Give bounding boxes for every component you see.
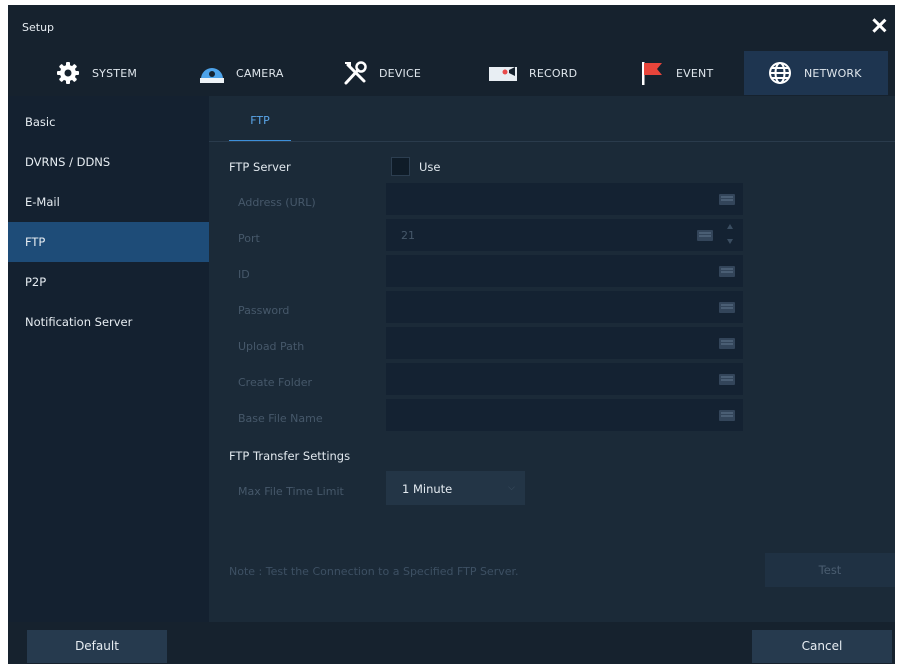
use-checkbox[interactable]: [391, 157, 410, 176]
id-field[interactable]: [386, 255, 743, 288]
keyboard-icon[interactable]: [719, 302, 735, 313]
tab-network[interactable]: NETWORK: [744, 51, 888, 95]
flag-icon: [638, 59, 666, 87]
id-label: ID: [238, 268, 250, 281]
max-file-time-value: 1 Minute: [402, 482, 453, 496]
use-label: Use: [419, 160, 441, 174]
ftp-server-label: FTP Server: [229, 160, 291, 174]
title-bar: Setup: [8, 5, 895, 49]
tab-ftp[interactable]: FTP: [229, 106, 291, 142]
create-folder-label: Create Folder: [238, 376, 313, 389]
camera-icon: [198, 59, 226, 87]
max-file-time-label: Max File Time Limit: [238, 485, 344, 498]
keyboard-icon[interactable]: [719, 374, 735, 385]
test-button[interactable]: Test: [765, 553, 895, 587]
keyboard-icon[interactable]: [719, 338, 735, 349]
sidebar-item-dvrns-ddns[interactable]: DVRNS / DDNS: [8, 142, 209, 182]
max-file-time-select[interactable]: 1 Minute ⌵: [386, 471, 525, 505]
tab-system[interactable]: SYSTEM: [54, 51, 137, 95]
ftp-settings-panel: FTP FTP Server Use Address (URL) Port 21…: [209, 96, 895, 622]
chevron-down-icon[interactable]: [727, 239, 733, 244]
close-icon[interactable]: [869, 16, 889, 36]
tools-icon: [341, 59, 369, 87]
window-title: Setup: [22, 21, 55, 34]
tab-event[interactable]: EVENT: [638, 51, 713, 95]
chevron-up-icon[interactable]: [727, 224, 733, 229]
tab-label: CAMERA: [236, 66, 284, 80]
divider: [209, 141, 895, 142]
tab-label: SYSTEM: [92, 66, 138, 80]
sidebar-item-basic[interactable]: Basic: [8, 102, 209, 142]
base-file-name-label: Base File Name: [238, 412, 323, 425]
setup-window: Setup SYSTEM CAMERA DEVICE RECORD EVENT …: [8, 5, 895, 664]
sidebar-item-notification-server[interactable]: Notification Server: [8, 302, 209, 342]
base-file-name-field[interactable]: [386, 399, 743, 432]
upload-path-field[interactable]: [386, 327, 743, 360]
main-tab-bar: SYSTEM CAMERA DEVICE RECORD EVENT NETWOR…: [8, 49, 895, 96]
sidebar-item-p2p[interactable]: P2P: [8, 262, 209, 302]
globe-icon: [766, 59, 794, 87]
note-text: Note : Test the Connection to a Specifie…: [229, 565, 519, 578]
port-label: Port: [238, 232, 260, 245]
sidebar-item-ftp[interactable]: FTP: [8, 222, 209, 262]
footer-bar: Default Cancel: [8, 622, 895, 664]
password-label: Password: [238, 304, 290, 317]
address-field[interactable]: [386, 183, 743, 216]
password-field[interactable]: [386, 291, 743, 324]
tab-label: DEVICE: [379, 66, 422, 80]
tab-label: NETWORK: [804, 66, 862, 80]
keyboard-icon[interactable]: [719, 266, 735, 277]
cancel-button[interactable]: Cancel: [752, 630, 892, 663]
ftp-transfer-settings-label: FTP Transfer Settings: [229, 449, 351, 463]
tab-label: EVENT: [676, 66, 714, 80]
tab-device[interactable]: DEVICE: [341, 51, 421, 95]
tab-camera[interactable]: CAMERA: [198, 51, 284, 95]
port-field[interactable]: 21: [386, 219, 743, 252]
tab-label: RECORD: [529, 66, 578, 80]
address-label: Address (URL): [238, 196, 316, 209]
default-button[interactable]: Default: [27, 630, 167, 663]
keyboard-icon[interactable]: [719, 410, 735, 421]
sidebar-item-email[interactable]: E-Mail: [8, 182, 209, 222]
tab-record[interactable]: RECORD: [487, 51, 577, 95]
record-icon: [487, 59, 519, 87]
keyboard-icon[interactable]: [719, 194, 735, 205]
chevron-down-icon: ⌵: [508, 483, 515, 493]
sidebar: Basic DVRNS / DDNS E-Mail FTP P2P Notifi…: [8, 96, 209, 622]
keyboard-icon[interactable]: [697, 230, 713, 241]
create-folder-field[interactable]: [386, 363, 743, 396]
gear-icon: [54, 59, 82, 87]
upload-path-label: Upload Path: [238, 340, 305, 353]
port-value: 21: [401, 229, 415, 242]
